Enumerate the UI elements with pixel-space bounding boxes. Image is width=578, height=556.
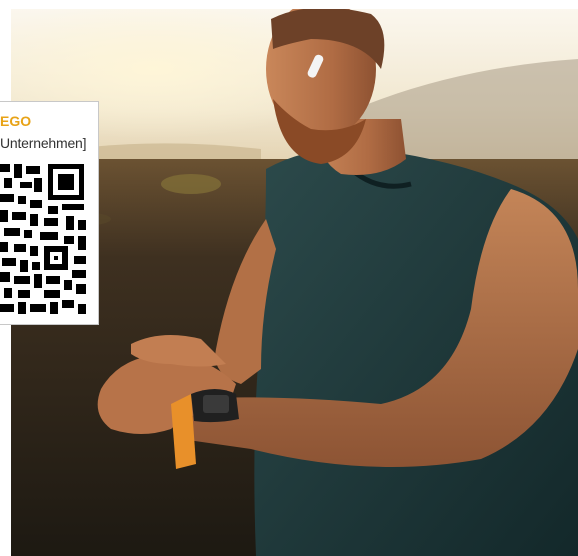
advertisement-page: EGO Unternehmen]: [0, 0, 578, 556]
top-margin: [0, 0, 578, 9]
qr-code-icon[interactable]: [0, 160, 90, 320]
qr-card-brand: EGO: [0, 113, 32, 129]
qr-card-subtitle: Unternehmen]: [0, 135, 87, 151]
qr-code-card[interactable]: EGO Unternehmen]: [0, 101, 99, 325]
